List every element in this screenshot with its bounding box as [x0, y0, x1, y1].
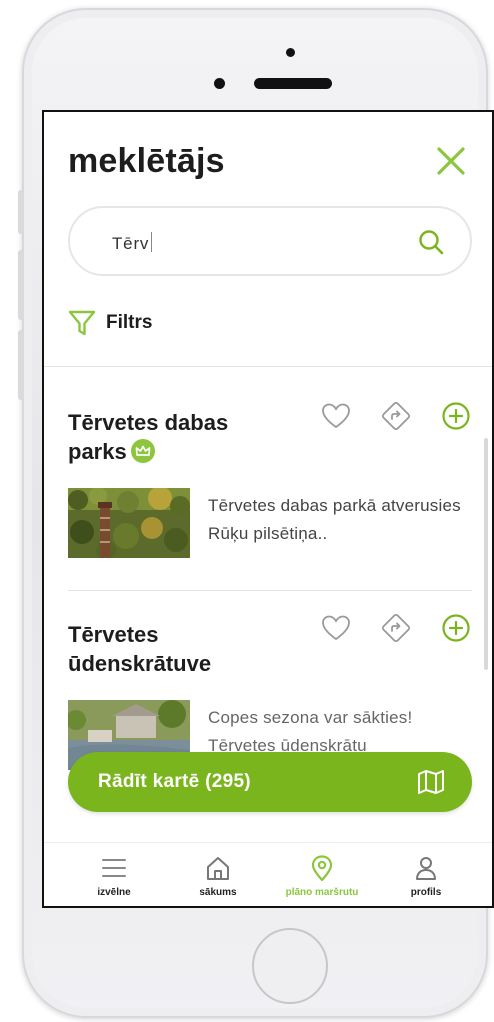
result-description: Tērvetes dabas parkā atverusies Rūķu pil…: [208, 496, 461, 543]
crown-badge-icon: [130, 439, 155, 463]
funnel-icon: [68, 310, 96, 336]
front-camera: [214, 78, 225, 89]
home-icon: [207, 857, 229, 880]
result-thumbnail[interactable]: [68, 488, 190, 558]
heart-icon[interactable]: [320, 612, 352, 644]
directions-icon[interactable]: [380, 612, 412, 644]
menu-icon: [102, 859, 126, 877]
heart-icon[interactable]: [320, 400, 352, 432]
result-title[interactable]: Tērvetes ūdenskrātuve: [68, 620, 268, 678]
volume-up-button: [18, 250, 24, 320]
search-input[interactable]: Tērv: [112, 232, 153, 254]
volume-down-button: [18, 330, 24, 400]
search-icon[interactable]: [418, 229, 444, 255]
show-on-map-button[interactable]: Rādīt kartē (295): [68, 752, 472, 812]
filter-button[interactable]: Filtrs: [68, 308, 152, 338]
tab-label: profils: [410, 887, 442, 898]
tab-label: sākums: [199, 887, 237, 898]
app-screen: meklētājs Tērv Filtrs Tērvetes dabas par…: [42, 110, 494, 908]
directions-icon[interactable]: [380, 400, 412, 432]
search-value: Tērv: [112, 234, 150, 253]
earpiece-speaker: [254, 78, 332, 89]
result-title[interactable]: Tērvetes dabas parks: [68, 408, 268, 466]
bottom-tab-bar: izvēlne sākums plāno maršrutu profils: [44, 842, 492, 906]
search-field[interactable]: Tērv: [68, 206, 472, 276]
scrollbar[interactable]: [484, 438, 488, 670]
divider: [68, 590, 472, 591]
front-sensor: [286, 48, 295, 57]
mute-switch: [18, 190, 24, 234]
add-to-route-icon[interactable]: [440, 400, 472, 432]
tab-profile[interactable]: profils: [376, 855, 476, 906]
add-to-route-icon[interactable]: [440, 612, 472, 644]
close-icon[interactable]: [436, 146, 466, 176]
tab-label: plāno maršrutu: [285, 887, 359, 898]
filter-label: Filtrs: [106, 312, 153, 333]
text-cursor: [151, 232, 153, 252]
tab-home[interactable]: sākums: [168, 855, 268, 906]
divider: [44, 366, 492, 367]
show-on-map-label: Rādīt kartē (295): [98, 771, 251, 792]
tab-menu[interactable]: izvēlne: [64, 855, 164, 906]
user-icon: [416, 857, 436, 880]
home-button[interactable]: [252, 928, 328, 1004]
page-title: meklētājs: [68, 142, 225, 180]
tab-plan-route[interactable]: plāno maršrutu: [272, 855, 372, 906]
tab-label: izvēlne: [97, 887, 131, 898]
map-icon: [418, 770, 444, 794]
location-pin-icon: [311, 855, 333, 881]
